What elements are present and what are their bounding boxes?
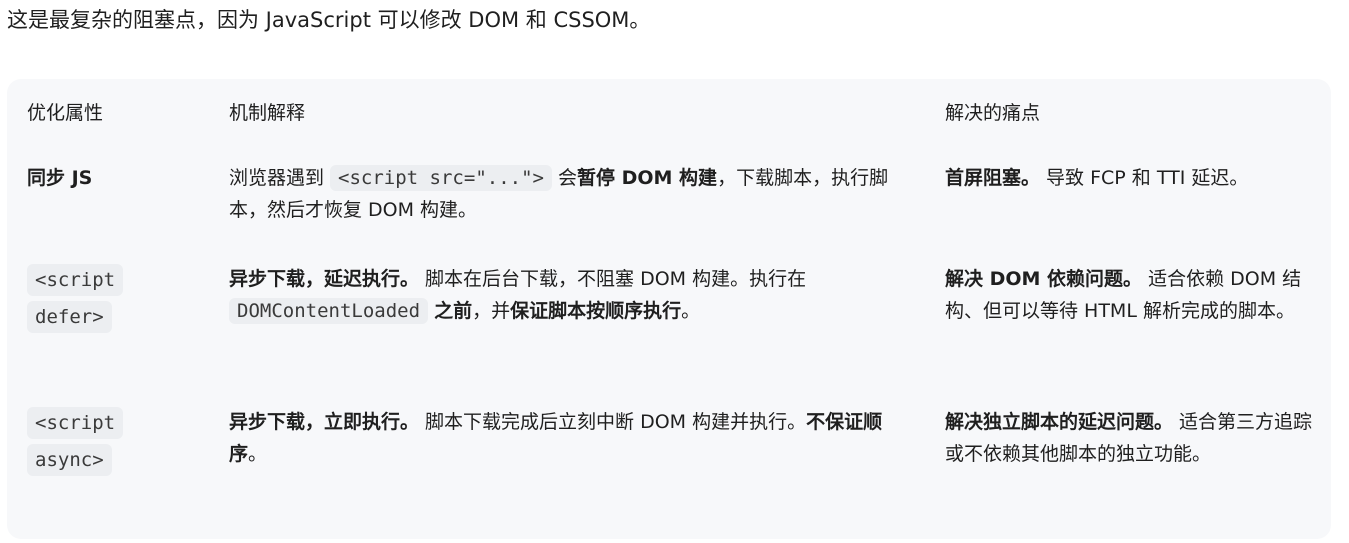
pain-sync-js: 首屏阻塞。 导致 FCP 和 TTI 延迟。 — [945, 162, 1315, 194]
text-segment: 浏览器遇到 — [229, 167, 331, 189]
bold-text: 解决 DOM 依赖问题。 — [945, 268, 1143, 290]
mechanism-defer: 异步下载，延迟执行。 脚本在后台下载，不阻塞 DOM 构建。执行在 DOMCon… — [229, 263, 909, 327]
header-attribute: 优化属性 — [27, 102, 104, 124]
text-segment: 导致 FCP 和 TTI 延迟。 — [1040, 167, 1249, 189]
bold-text: 首屏阻塞。 — [945, 167, 1041, 189]
attr-async: <script async> — [27, 406, 207, 480]
comparison-table: 优化属性 机制解释 解决的痛点 同步 JS 浏览器遇到 <script src=… — [7, 79, 1331, 539]
attr-async-code-line1: <script — [27, 407, 124, 439]
attr-sync-js: 同步 JS — [27, 162, 207, 194]
mechanism-async: 异步下载，立即执行。 脚本下载完成后立刻中断 DOM 构建并执行。不保证顺序。 — [229, 406, 909, 470]
attr-defer-code-line1: <script — [27, 264, 124, 296]
attr-async-code-line2: async> — [27, 444, 112, 476]
attr-defer-code-line2: defer> — [27, 301, 112, 333]
bold-text: 异步下载，延迟执行。 — [229, 268, 420, 290]
pain-defer: 解决 DOM 依赖问题。 适合依赖 DOM 结构、但可以等待 HTML 解析完成… — [945, 263, 1315, 327]
bold-text: 解决独立脚本的延迟问题。 — [945, 411, 1174, 433]
text-segment: 。 — [681, 300, 701, 322]
attr-sync-js-label: 同步 JS — [27, 167, 93, 189]
bold-text: 暂停 DOM 构建 — [577, 167, 718, 189]
inline-code: DOMContentLoaded — [229, 298, 429, 324]
pain-async: 解决独立脚本的延迟问题。 适合第三方追踪或不依赖其他脚本的独立功能。 — [945, 406, 1315, 470]
bold-text: 之前 — [434, 300, 473, 322]
mechanism-sync-js: 浏览器遇到 <script src="..."> 会暂停 DOM 构建，下载脚本… — [229, 162, 909, 226]
attr-defer: <script defer> — [27, 263, 207, 337]
bold-text: 保证脚本按顺序执行 — [510, 300, 682, 322]
inline-code: <script src="..."> — [330, 165, 552, 191]
text-segment: 脚本下载完成后立刻中断 DOM 构建并执行。 — [419, 411, 807, 433]
intro-paragraph: 这是最复杂的阻塞点，因为 JavaScript 可以修改 DOM 和 CSSOM… — [7, 8, 651, 32]
text-segment: 。 — [248, 443, 268, 465]
header-pain-point: 解决的痛点 — [945, 102, 1041, 124]
text-segment: ，并 — [472, 300, 511, 322]
text-segment: 会 — [551, 167, 577, 189]
text-segment: 脚本在后台下载，不阻塞 DOM 构建。执行在 — [419, 268, 807, 290]
header-mechanism: 机制解释 — [229, 102, 306, 124]
bold-text: 异步下载，立即执行。 — [229, 411, 420, 433]
